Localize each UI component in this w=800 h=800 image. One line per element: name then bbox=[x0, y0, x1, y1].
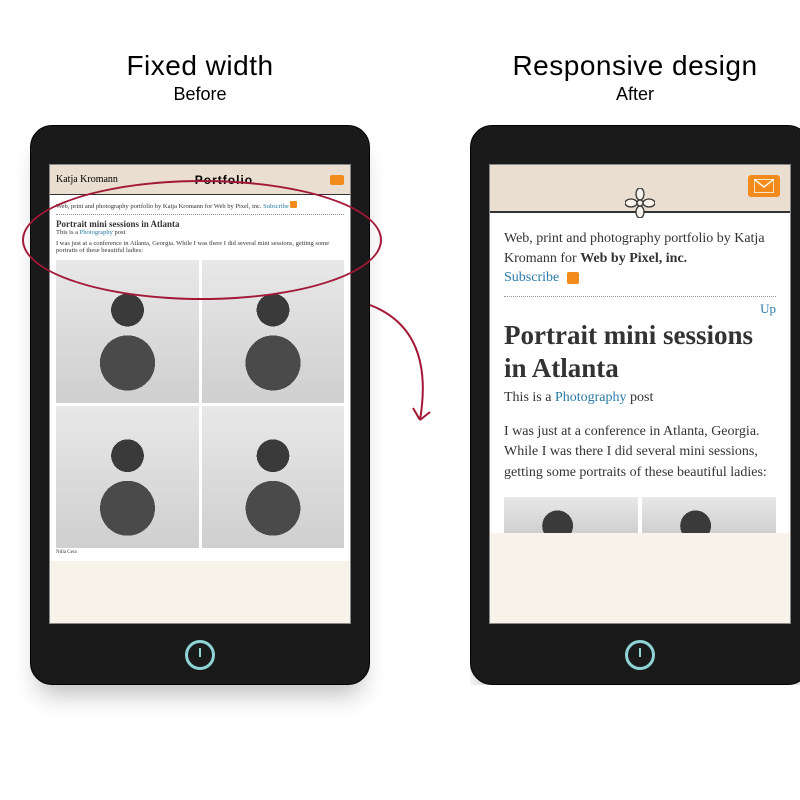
subscribe-link[interactable]: Subscribe bbox=[263, 203, 289, 210]
subscribe-link[interactable]: Subscribe bbox=[504, 270, 559, 285]
category-line: This is a Photography post bbox=[56, 229, 344, 236]
intro-text: Web, print and photography portfolio by … bbox=[56, 203, 262, 210]
post-title: Portrait mini sessions in Atlanta bbox=[504, 319, 776, 384]
device-left: Katja Kromann Portfolio Web, print and p… bbox=[30, 125, 370, 685]
page-body: Web, print and photography portfolio by … bbox=[50, 195, 350, 561]
portrait-photo bbox=[56, 406, 199, 549]
screen-left: Katja Kromann Portfolio Web, print and p… bbox=[49, 164, 351, 624]
heading-label: Fixed width bbox=[126, 50, 273, 82]
power-button-icon[interactable] bbox=[185, 640, 215, 670]
panel-fixed-width: Fixed width Before Katja Kromann Portfol… bbox=[30, 50, 370, 685]
portrait-photo bbox=[202, 260, 345, 403]
divider bbox=[56, 214, 344, 215]
site-header bbox=[490, 165, 790, 213]
category-link[interactable]: Photography bbox=[80, 229, 113, 236]
intro-text: Web, print and photography portfolio by … bbox=[504, 229, 776, 268]
site-header: Katja Kromann Portfolio bbox=[50, 165, 350, 195]
screen-right: Web, print and photography portfolio by … bbox=[489, 164, 791, 624]
body-text: I was just at a conference in Atlanta, G… bbox=[504, 422, 776, 483]
portrait-grid bbox=[504, 497, 776, 533]
panel-heading-left: Fixed width Before bbox=[126, 50, 273, 105]
subheading-label: After bbox=[512, 84, 757, 105]
portrait-grid bbox=[56, 260, 344, 548]
mail-icon[interactable] bbox=[748, 175, 780, 197]
up-link[interactable]: Up bbox=[504, 301, 776, 317]
device-right: Web, print and photography portfolio by … bbox=[470, 125, 800, 685]
photo-caption: Nilla Cera bbox=[56, 550, 344, 555]
divider bbox=[504, 296, 776, 297]
power-button-icon[interactable] bbox=[625, 640, 655, 670]
panel-heading-right: Responsive design After bbox=[512, 50, 757, 105]
portrait-photo bbox=[642, 497, 776, 533]
portfolio-title: Portfolio bbox=[195, 173, 253, 187]
flower-icon bbox=[625, 188, 655, 223]
portrait-photo bbox=[202, 406, 345, 549]
subheading-label: Before bbox=[126, 84, 273, 105]
portrait-photo bbox=[504, 497, 638, 533]
rss-icon[interactable] bbox=[567, 272, 579, 284]
subscribe-row: Subscribe bbox=[504, 270, 776, 286]
mail-icon[interactable] bbox=[330, 175, 344, 185]
rss-icon[interactable] bbox=[290, 201, 297, 208]
category-line: This is a Photography post bbox=[504, 390, 776, 406]
portrait-photo bbox=[56, 260, 199, 403]
heading-label: Responsive design bbox=[512, 50, 757, 82]
logo-text: Katja Kromann bbox=[56, 174, 118, 185]
panel-responsive: Responsive design After bbox=[470, 50, 800, 685]
category-link[interactable]: Photography bbox=[555, 390, 627, 405]
body-text: I was just at a conference in Atlanta, G… bbox=[56, 240, 344, 254]
post-title: Portrait mini sessions in Atlanta bbox=[56, 219, 344, 229]
company-name: Web by Pixel, inc. bbox=[580, 251, 687, 266]
page-body: Web, print and photography portfolio by … bbox=[490, 213, 790, 533]
